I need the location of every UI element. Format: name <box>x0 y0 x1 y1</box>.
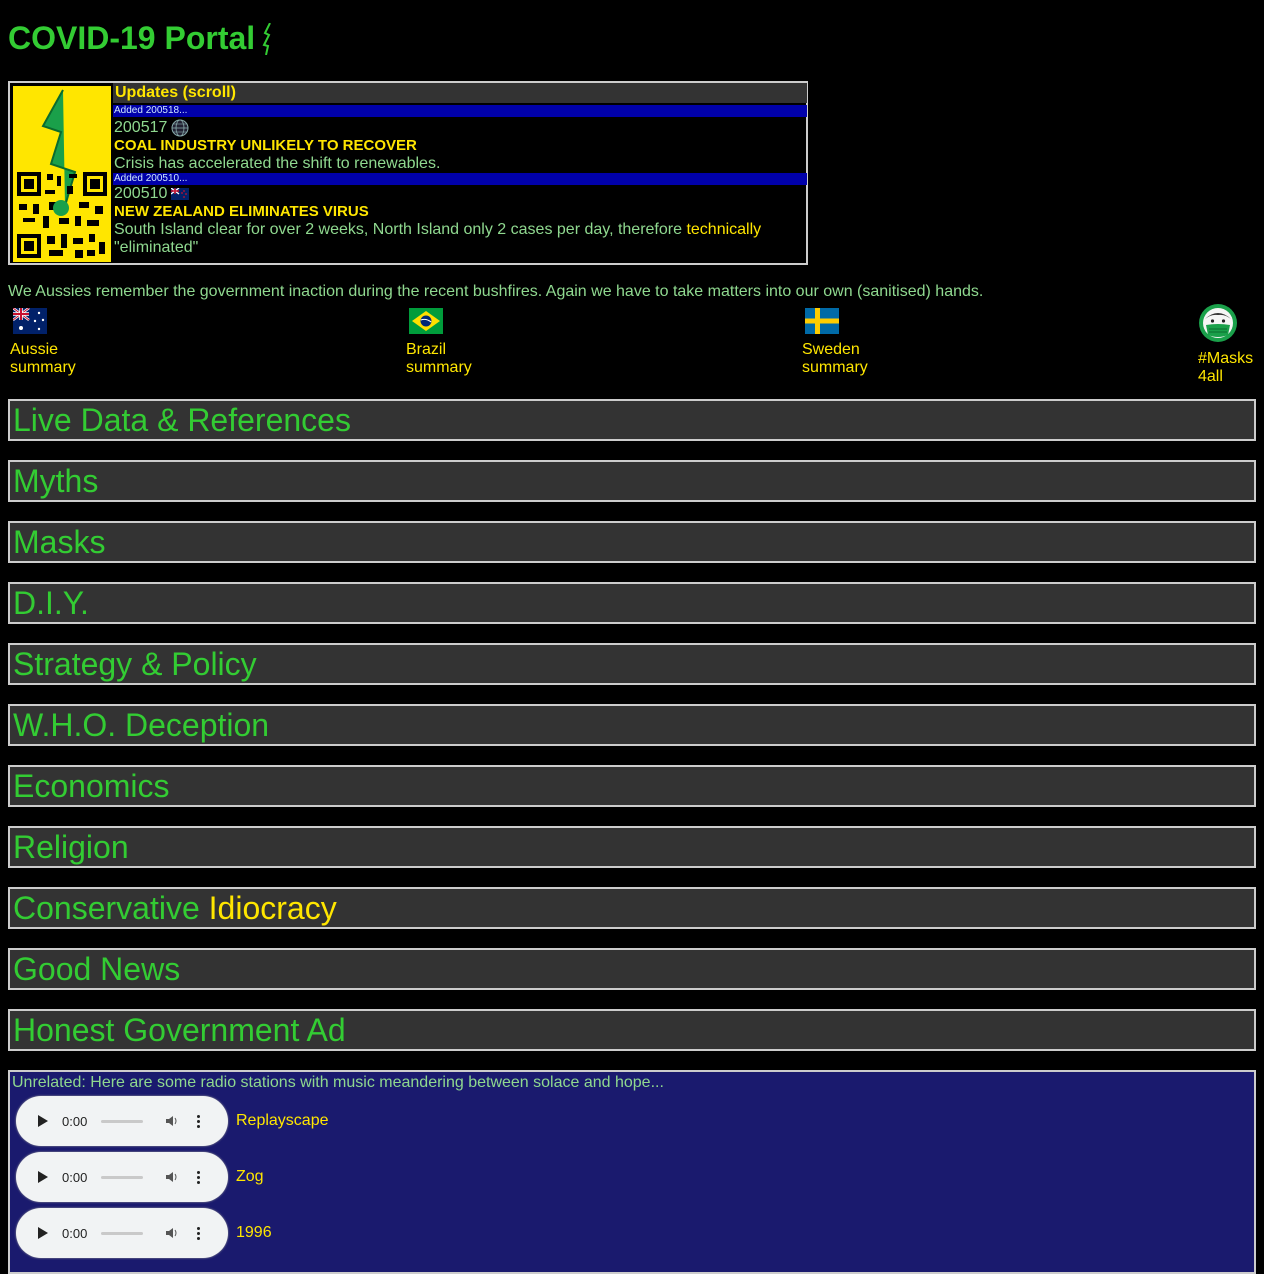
section-live-data[interactable]: Live Data & References <box>8 399 1256 441</box>
section-title[interactable]: Live Data & References <box>10 402 351 438</box>
sweden-flag-icon <box>805 308 839 334</box>
more-options-icon[interactable] <box>197 1114 201 1128</box>
lightning-icon <box>262 22 272 55</box>
section-title-highlight[interactable]: Idiocracy <box>209 890 337 926</box>
flag-label-line2[interactable]: 4all <box>1198 368 1260 386</box>
seek-bar[interactable] <box>101 1119 144 1123</box>
radio-stations-panel: Unrelated: Here are some radio stations … <box>8 1070 1256 1274</box>
section-title[interactable]: Religion <box>10 829 129 865</box>
brazil-summary-link[interactable]: Brazil summary <box>406 305 526 377</box>
added-label: Added 200510... <box>113 173 807 185</box>
brazil-flag-icon <box>409 308 443 334</box>
update-item: Added 200510... 200510 NEW ZEALAND ELIMI… <box>113 173 807 257</box>
play-icon[interactable] <box>38 1227 48 1239</box>
country-summaries: Aussie summary Brazil summary Sweden sum… <box>0 304 1264 386</box>
update-date: 200510 <box>113 185 807 203</box>
more-options-icon[interactable] <box>197 1226 201 1240</box>
updates-heading: Updates (scroll) <box>113 83 807 103</box>
added-label: Added 200518... <box>113 105 807 117</box>
mask-face-icon <box>1199 304 1237 342</box>
time-display: 0:00 <box>62 1225 88 1241</box>
update-date-text: 200517 <box>114 119 168 136</box>
section-religion[interactable]: Religion <box>8 826 1256 868</box>
section-who-deception[interactable]: W.H.O. Deception <box>8 704 1256 746</box>
section-title[interactable]: Myths <box>10 463 98 499</box>
time-display: 0:00 <box>62 1169 88 1185</box>
flag-label-line1[interactable]: Sweden <box>802 341 922 359</box>
more-options-icon[interactable] <box>197 1170 201 1184</box>
update-headline[interactable]: NEW ZEALAND ELIMINATES VIRUS <box>113 203 807 221</box>
masks4all-link[interactable]: #Masks 4all <box>1198 304 1260 386</box>
volume-icon[interactable] <box>165 1170 179 1184</box>
flag-label-line1[interactable]: Brazil <box>406 341 526 359</box>
section-title[interactable]: Conservative <box>10 890 200 926</box>
flag-label-line2[interactable]: summary <box>10 359 130 377</box>
sweden-summary-label[interactable]: Sweden summary <box>802 341 922 377</box>
audio-player[interactable]: 0:00 <box>16 1096 228 1146</box>
audio-player[interactable]: 0:00 <box>16 1208 228 1258</box>
section-honest-government-ad[interactable]: Honest Government Ad <box>8 1009 1256 1051</box>
seek-bar[interactable] <box>101 1175 144 1179</box>
section-diy[interactable]: D.I.Y. <box>8 582 1256 624</box>
nz-flag-icon <box>171 188 190 200</box>
update-description-text: South Island clear for over 2 weeks, Nor… <box>114 221 687 238</box>
station-name: 1996 <box>236 1224 272 1241</box>
update-description: Crisis has accelerated the shift to rene… <box>114 155 441 172</box>
update-description-tail: "eliminated" <box>114 239 199 256</box>
sweden-summary-link[interactable]: Sweden summary <box>802 305 922 377</box>
aussie-summary-link[interactable]: Aussie summary <box>10 305 130 377</box>
section-strategy-policy[interactable]: Strategy & Policy <box>8 643 1256 685</box>
seek-bar[interactable] <box>101 1231 144 1235</box>
flag-label-line1[interactable]: #Masks <box>1198 350 1260 368</box>
update-date-text: 200510 <box>114 185 168 202</box>
volume-icon[interactable] <box>165 1114 179 1128</box>
intro-text: We Aussies remember the government inact… <box>8 283 984 300</box>
section-title[interactable]: W.H.O. Deception <box>10 707 269 743</box>
aussie-summary-label[interactable]: Aussie summary <box>10 341 130 377</box>
updates-panel: Updates (scroll) Added 200518... 200517 … <box>8 81 808 265</box>
update-description-highlight[interactable]: technically <box>686 221 761 238</box>
radio-note: Unrelated: Here are some radio stations … <box>12 1074 664 1091</box>
time-display: 0:00 <box>62 1113 88 1129</box>
page-title: COVID-19 Portal <box>8 20 275 57</box>
section-title[interactable]: Good News <box>10 951 180 987</box>
radio-station-row: 0:00 Zog <box>16 1152 264 1202</box>
section-title[interactable]: Masks <box>10 524 105 560</box>
flag-label-line2[interactable]: summary <box>802 359 922 377</box>
update-date: 200517 <box>113 119 807 137</box>
section-economics[interactable]: Economics <box>8 765 1256 807</box>
station-name: Replayscape <box>236 1112 329 1129</box>
masks4all-label[interactable]: #Masks 4all <box>1198 350 1260 386</box>
section-good-news[interactable]: Good News <box>8 948 1256 990</box>
section-title[interactable]: Economics <box>10 768 170 804</box>
section-title[interactable]: D.I.Y. <box>10 585 89 621</box>
update-headline[interactable]: COAL INDUSTRY UNLIKELY TO RECOVER <box>113 137 807 155</box>
play-icon[interactable] <box>38 1115 48 1127</box>
qr-code-image[interactable] <box>13 86 111 262</box>
radio-station-row: 0:00 1996 <box>16 1208 272 1258</box>
section-title[interactable]: Strategy & Policy <box>10 646 257 682</box>
play-icon[interactable] <box>38 1171 48 1183</box>
update-item: Added 200518... 200517 COAL INDUSTRY UNL… <box>113 105 807 173</box>
globe-icon <box>171 119 189 137</box>
station-name: Zog <box>236 1168 264 1185</box>
section-myths[interactable]: Myths <box>8 460 1256 502</box>
section-title[interactable]: Honest Government Ad <box>10 1012 346 1048</box>
flag-label-line1[interactable]: Aussie <box>10 341 130 359</box>
radio-station-row: 0:00 Replayscape <box>16 1096 329 1146</box>
brazil-summary-label[interactable]: Brazil summary <box>406 341 526 377</box>
section-masks[interactable]: Masks <box>8 521 1256 563</box>
flag-label-line2[interactable]: summary <box>406 359 526 377</box>
australia-flag-icon <box>12 307 47 334</box>
updates-scroll-area[interactable]: Added 200518... 200517 COAL INDUSTRY UNL… <box>113 105 807 257</box>
volume-icon[interactable] <box>165 1226 179 1240</box>
audio-player[interactable]: 0:00 <box>16 1152 228 1202</box>
page-title-text: COVID-19 Portal <box>8 20 256 56</box>
update-description: South Island clear for over 2 weeks, Nor… <box>113 221 807 257</box>
section-conservative-idiocracy[interactable]: Conservative Idiocracy <box>8 887 1256 929</box>
